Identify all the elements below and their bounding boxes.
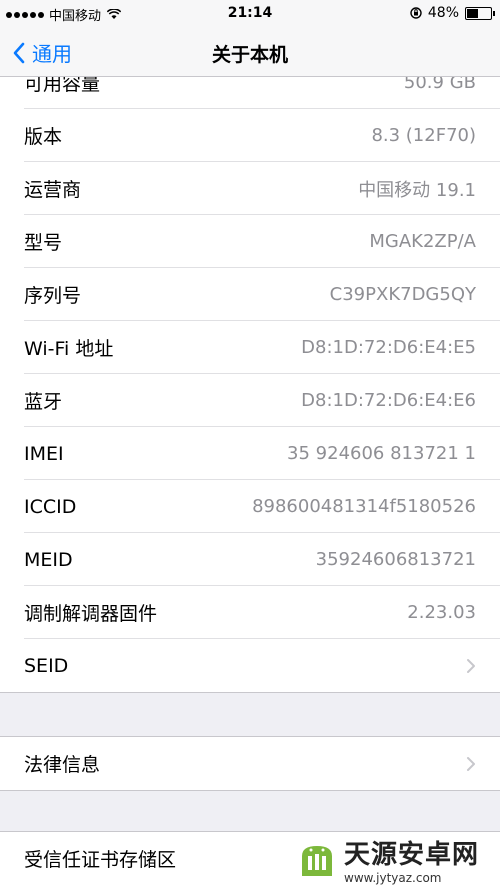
info-row-label: IMEI [24, 442, 64, 465]
navigation-bar: 通用 关于本机 [0, 28, 500, 77]
info-row-label: 运营商 [24, 179, 82, 201]
info-row-label: ICCID [24, 495, 77, 518]
info-row-label: 型号 [24, 232, 63, 254]
info-row: MEID 35924606813721 [0, 533, 500, 586]
info-row-label: 版本 [24, 126, 63, 148]
android-logo-icon [302, 846, 332, 876]
info-row-label: MEID [24, 548, 73, 571]
info-row: 调制解调器固件 2.23.03 [0, 586, 500, 639]
watermark-url: www.jytyaz.com [344, 870, 442, 885]
battery-icon [465, 6, 495, 20]
battery-percent: 48% [427, 5, 459, 21]
legal-info-label: 法律信息 [24, 754, 101, 776]
info-row-value: D8:1D:72:D6:E4:E6 [301, 390, 476, 411]
info-row-label: Wi-Fi 地址 [24, 338, 114, 360]
info-row-value: C39PXK7DG5QY [329, 284, 476, 305]
info-row-value: D8:1D:72:D6:E4:E5 [301, 337, 476, 358]
info-row: 运营商 中国移动 19.1 [0, 162, 500, 215]
status-right: 48% [410, 5, 495, 21]
info-row: 型号 MGAK2ZP/A [0, 215, 500, 268]
chevron-right-icon [467, 658, 475, 673]
watermark-text: 天源安卓网 www.jytyaz.com [344, 834, 479, 885]
info-row-value: 8.3 (12F70) [371, 125, 476, 146]
info-row: IMEI 35 924606 813721 1 [0, 427, 500, 480]
watermark-logo: 天源安卓网 www.jytyaz.com [294, 829, 494, 889]
info-row-value: 898600481314f5180526 [252, 496, 476, 517]
info-row[interactable]: SEID [0, 639, 500, 692]
battery-level-fill [467, 8, 479, 18]
info-row-value: 中国移动 19.1 [358, 179, 476, 201]
info-row-label: 蓝牙 [24, 391, 63, 413]
legal-section: 法律信息 [0, 736, 500, 791]
watermark-name: 天源安卓网 [344, 839, 480, 870]
info-row-value: 2.23.03 [407, 602, 476, 623]
info-row-value: 35924606813721 [315, 549, 476, 570]
info-row-value: 35 924606 813721 1 [287, 443, 476, 464]
rotation-lock-icon [410, 7, 422, 19]
info-row: 蓝牙 D8:1D:72:D6:E4:E6 [0, 374, 500, 427]
about-info-list: 可用容量 50.9 GB 版本 8.3 (12F70) 运营商 中国移动 19.1 型号 MG… [0, 56, 500, 693]
chevron-right-icon [467, 756, 475, 771]
info-row: ICCID 898600481314f5180526 [0, 480, 500, 533]
trust-store-label: 受信任证书存储区 [24, 849, 177, 871]
status-bar: 中国移动 21:14 48% [0, 0, 500, 28]
legal-info-row[interactable]: 法律信息 [0, 737, 500, 790]
info-row-label: SEID [24, 654, 69, 677]
info-row: 版本 8.3 (12F70) [0, 109, 500, 162]
info-row: Wi-Fi 地址 D8:1D:72:D6:E4:E5 [0, 321, 500, 374]
page-title: 关于本机 [211, 44, 288, 66]
info-row-value: MGAK2ZP/A [369, 231, 476, 252]
info-row: 序列号 C39PXK7DG5QY [0, 268, 500, 321]
info-row-label: 序列号 [24, 285, 82, 307]
info-row-label: 调制解调器固件 [24, 603, 158, 625]
